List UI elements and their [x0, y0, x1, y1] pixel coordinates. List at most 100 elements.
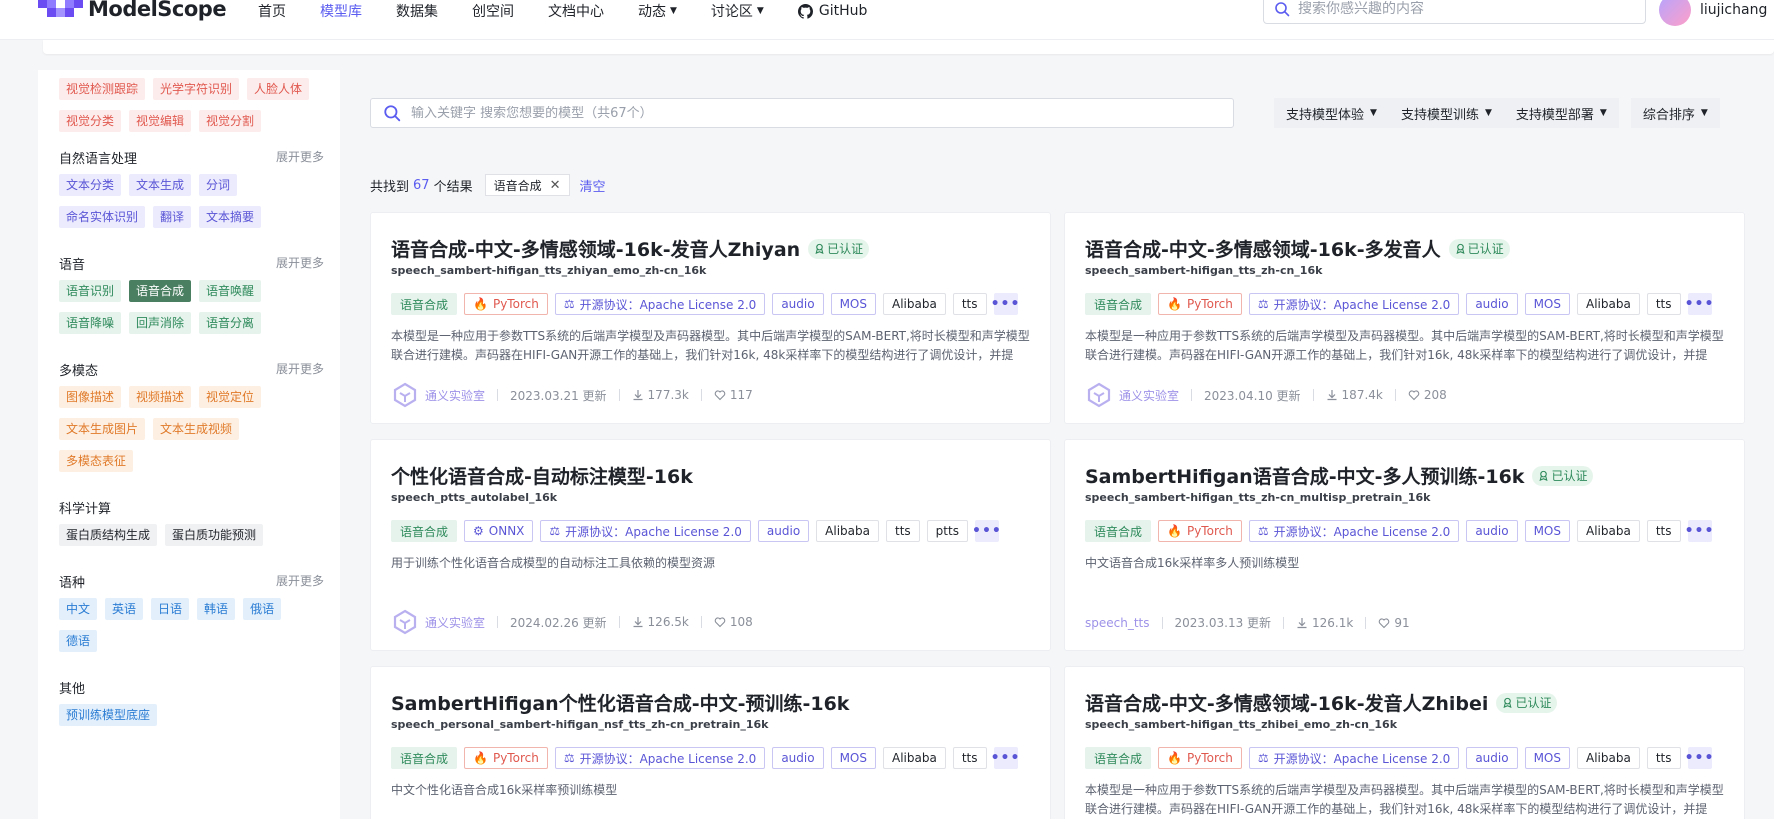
card-tag-mos[interactable]: MOS [1524, 293, 1570, 315]
nav-docs[interactable]: 文档中心 [548, 1, 604, 21]
nav-forum-dropdown[interactable]: 讨论区 ▼ [711, 1, 764, 21]
tag-face-body[interactable]: 人脸人体 [247, 78, 310, 100]
model-card[interactable]: 语音合成-中文-多情感领域-16k-发音人Zhibei 已认证 speech_s… [1064, 666, 1745, 819]
card-tag-license[interactable]: ⚖ 开源协议：Apache License 2.0 [1248, 747, 1460, 769]
card-tag-org[interactable]: Alibaba [816, 520, 879, 542]
more-tags-button[interactable]: ••• [1685, 747, 1713, 769]
card-tag-framework[interactable]: ⚙ ONNX [464, 520, 534, 542]
card-tag-tts[interactable]: tts [952, 747, 987, 769]
card-tag-org[interactable]: Alibaba [1577, 293, 1640, 315]
modelscope-logo[interactable]: ModelScope [38, 0, 227, 24]
card-tag-license[interactable]: ⚖ 开源协议：Apache License 2.0 [1248, 293, 1460, 315]
tag-text-classify[interactable]: 文本分类 [59, 174, 122, 196]
model-card[interactable]: 语音合成-中文-多情感领域-16k-发音人Zhiyan 已认证 speech_s… [370, 212, 1051, 424]
tag-word-seg[interactable]: 分词 [199, 174, 238, 196]
tag-visual-grounding[interactable]: 视觉定位 [199, 386, 262, 408]
card-tag-license[interactable]: ⚖ 开源协议：Apache License 2.0 [1248, 520, 1460, 542]
card-tag-org[interactable]: Alibaba [883, 747, 946, 769]
card-title[interactable]: 语音合成-中文-多情感领域-16k-多发音人 已认证 [1085, 235, 1510, 262]
card-tag-org[interactable]: Alibaba [1577, 747, 1640, 769]
model-search-input[interactable] [411, 105, 1191, 121]
card-likes[interactable]: 108 [714, 615, 753, 629]
card-tag-tts[interactable]: tts [886, 520, 920, 542]
more-tags-button[interactable]: ••• [972, 520, 1001, 542]
expand-more-multimodal[interactable]: 展开更多 [276, 360, 324, 377]
card-title[interactable]: 个性化语音合成-自动标注模型-16k [391, 462, 693, 489]
tag-tts-active[interactable]: 语音合成 [129, 280, 192, 302]
model-card[interactable]: SambertHifigan语音合成-中文-多人预训练-16k 已认证 spee… [1064, 439, 1745, 651]
tag-denoise[interactable]: 语音降噪 [59, 312, 122, 334]
tag-lang-zh[interactable]: 中文 [59, 598, 98, 620]
card-tag-task[interactable]: 语音合成 [1085, 747, 1152, 769]
tag-asr[interactable]: 语音识别 [59, 280, 122, 302]
model-card[interactable]: SambertHifigan个性化语音合成-中文-预训练-16k speech_… [370, 666, 1051, 819]
card-tag-audio[interactable]: audio [1466, 520, 1518, 542]
card-tag-audio[interactable]: audio [772, 747, 824, 769]
tag-pretrained-base[interactable]: 预训练模型底座 [59, 704, 158, 726]
card-tag-license[interactable]: ⚖ 开源协议：Apache License 2.0 [540, 520, 751, 542]
model-card[interactable]: 个性化语音合成-自动标注模型-16k speech_ptts_autolabel… [370, 439, 1051, 651]
nav-datasets[interactable]: 数据集 [396, 1, 438, 21]
card-tag-task[interactable]: 语音合成 [391, 293, 458, 315]
nav-github[interactable]: GitHub [797, 1, 867, 21]
tag-protein-structure[interactable]: 蛋白质结构生成 [59, 524, 158, 546]
more-tags-button[interactable]: ••• [991, 293, 1019, 315]
expand-more-speech[interactable]: 展开更多 [276, 254, 324, 271]
card-tag-framework[interactable]: 🔥 PyTorch [1158, 293, 1242, 315]
tag-separation[interactable]: 语音分离 [199, 312, 262, 334]
card-org[interactable]: 通义实验室 [425, 614, 485, 631]
card-tag-audio[interactable]: audio [757, 520, 810, 542]
card-org[interactable]: speech_tts [1085, 616, 1150, 630]
more-tags-button[interactable]: ••• [1685, 293, 1713, 315]
clear-filters-link[interactable]: 清空 [580, 176, 606, 195]
global-search[interactable] [1263, 0, 1646, 24]
card-tag-task[interactable]: 语音合成 [1085, 520, 1152, 542]
expand-more-nlp[interactable]: 展开更多 [276, 148, 324, 165]
card-tag-org[interactable]: Alibaba [1577, 520, 1640, 542]
model-search[interactable] [370, 98, 1234, 128]
tag-text-to-image[interactable]: 文本生成图片 [59, 418, 146, 440]
tag-vision-segment[interactable]: 视觉分割 [199, 110, 262, 132]
tag-wakeup[interactable]: 语音唤醒 [199, 280, 262, 302]
tag-multimodal-repr[interactable]: 多模态表征 [59, 450, 134, 472]
tag-lang-ja[interactable]: 日语 [151, 598, 190, 620]
nav-studios[interactable]: 创空间 [472, 1, 514, 21]
nav-news-dropdown[interactable]: 动态 ▼ [638, 1, 677, 21]
card-tag-org[interactable]: Alibaba [883, 293, 946, 315]
card-tag-tts[interactable]: tts [1646, 293, 1681, 315]
tag-translate[interactable]: 翻译 [153, 206, 192, 228]
tag-lang-en[interactable]: 英语 [105, 598, 144, 620]
card-tag-mos[interactable]: MOS [1524, 747, 1570, 769]
card-org[interactable]: 通义实验室 [1119, 387, 1179, 404]
filter-experience[interactable]: 支持模型体验 ▼ [1274, 98, 1389, 128]
card-tag-tts[interactable]: tts [1646, 747, 1681, 769]
card-title[interactable]: 语音合成-中文-多情感领域-16k-发音人Zhibei 已认证 [1085, 689, 1558, 716]
tag-protein-function[interactable]: 蛋白质功能预测 [165, 524, 264, 546]
card-tag-tts[interactable]: tts [1646, 520, 1681, 542]
card-tag-framework[interactable]: 🔥 PyTorch [1158, 520, 1242, 542]
card-likes[interactable]: 208 [1408, 388, 1447, 402]
nav-home[interactable]: 首页 [258, 1, 286, 21]
tag-lang-de[interactable]: 德语 [59, 630, 98, 652]
tag-echo-cancel[interactable]: 回声消除 [129, 312, 192, 334]
card-tag-task[interactable]: 语音合成 [1085, 293, 1152, 315]
tag-summary[interactable]: 文本摘要 [199, 206, 262, 228]
tag-video-caption[interactable]: 视频描述 [129, 386, 192, 408]
card-title[interactable]: SambertHifigan个性化语音合成-中文-预训练-16k [391, 689, 849, 716]
tag-vision-detect[interactable]: 视觉检测跟踪 [59, 78, 146, 100]
tag-ocr[interactable]: 光学字符识别 [153, 78, 240, 100]
more-tags-button[interactable]: ••• [991, 747, 1019, 769]
card-likes[interactable]: 117 [714, 388, 753, 402]
tag-vision-edit[interactable]: 视觉编辑 [129, 110, 192, 132]
card-tag-mos[interactable]: MOS [1524, 520, 1570, 542]
card-tag-framework[interactable]: 🔥 PyTorch [464, 293, 548, 315]
tag-lang-ko[interactable]: 韩语 [197, 598, 236, 620]
more-tags-button[interactable]: ••• [1685, 520, 1713, 542]
filter-training[interactable]: 支持模型训练 ▼ [1388, 98, 1504, 128]
card-tag-mos[interactable]: MOS [830, 293, 876, 315]
tag-ner[interactable]: 命名实体识别 [59, 206, 146, 228]
card-tag-audio[interactable]: audio [1466, 747, 1518, 769]
card-title[interactable]: SambertHifigan语音合成-中文-多人预训练-16k 已认证 [1085, 462, 1594, 489]
nav-models[interactable]: 模型库 [320, 1, 362, 21]
card-tag-mos[interactable]: MOS [830, 747, 876, 769]
